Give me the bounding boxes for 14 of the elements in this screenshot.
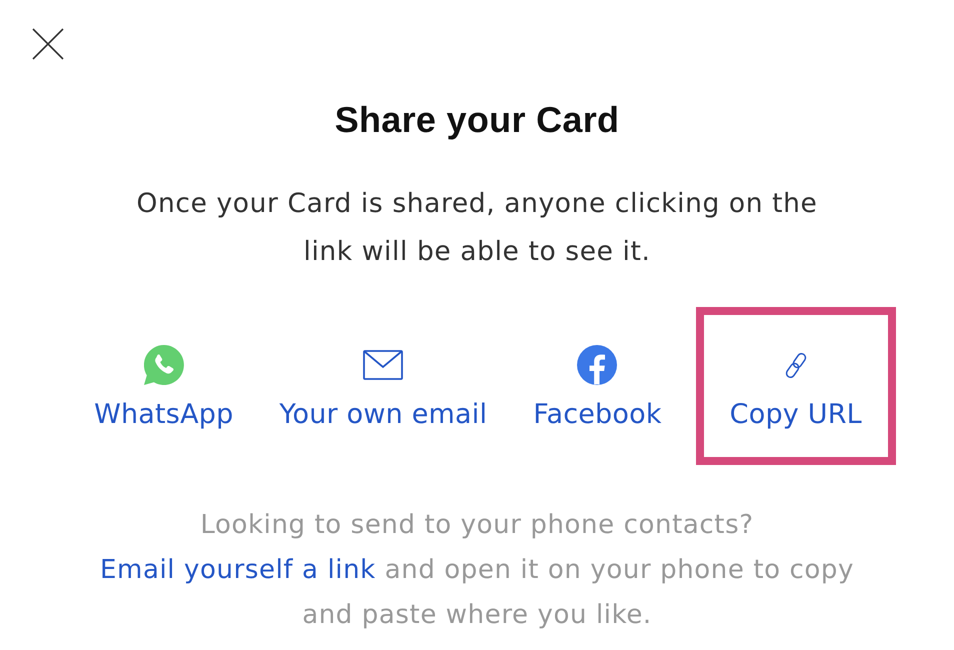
share-option-button[interactable]: Copy URL bbox=[696, 307, 896, 465]
close-button[interactable] bbox=[32, 28, 64, 60]
email-yourself-link[interactable]: Email yourself a link bbox=[100, 555, 376, 585]
share-option-button[interactable]: Facebook bbox=[521, 307, 674, 465]
envelope-icon bbox=[363, 350, 404, 380]
share-option-button[interactable]: Your own email bbox=[267, 307, 500, 465]
facebook-logo-icon bbox=[577, 345, 618, 385]
dialog-title: Share your Card bbox=[334, 100, 620, 140]
dialog-description: Once your Card is shared, anyone clicking on the link will be able to see it. bbox=[136, 187, 818, 269]
share-option-button[interactable]: WhatsApp bbox=[82, 307, 246, 465]
footer-text: Looking to send to your phone contacts? Email yourself a link and open it on your phone to copy and paste where you like. bbox=[99, 509, 855, 632]
chain-link-icon bbox=[784, 350, 808, 380]
whatsapp-logo-icon bbox=[144, 345, 184, 385]
close-icon bbox=[32, 28, 64, 60]
